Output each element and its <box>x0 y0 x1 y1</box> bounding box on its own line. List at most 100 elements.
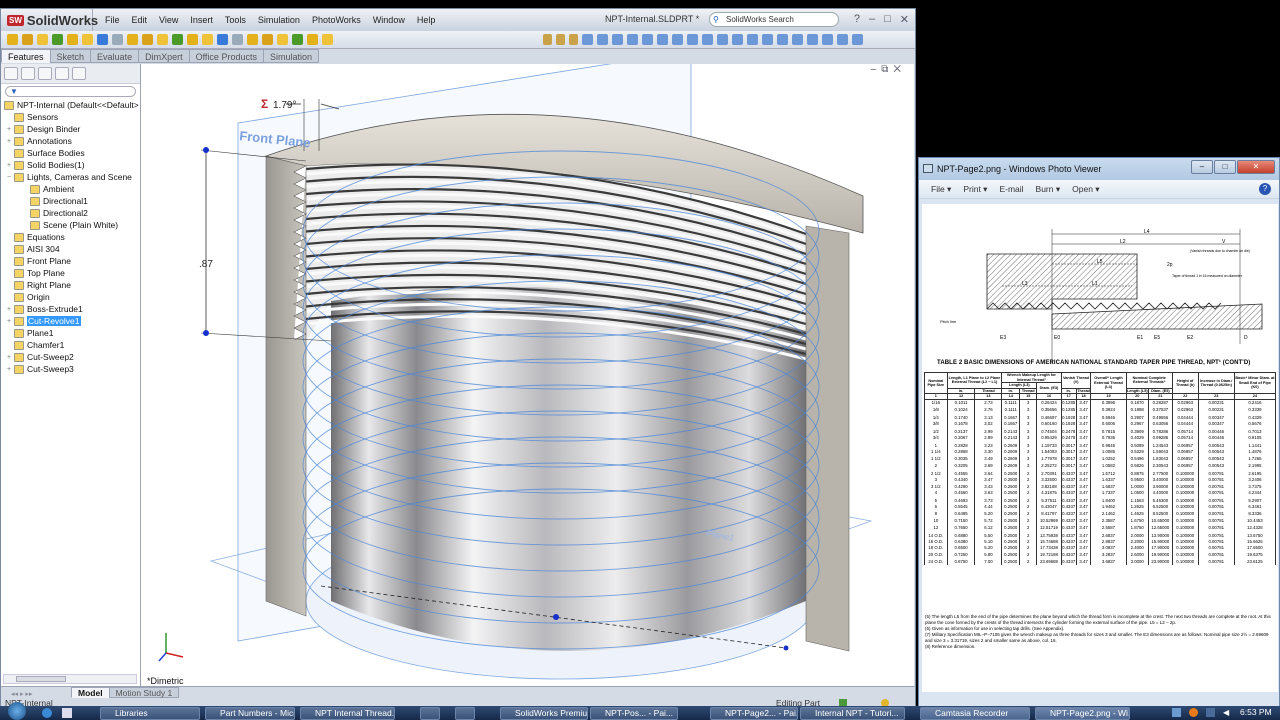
taper-angle-dimension[interactable]: 1.79° <box>273 100 296 111</box>
property-manager-tab[interactable] <box>21 67 35 80</box>
display-icon[interactable] <box>1206 708 1215 717</box>
tree-item-origin[interactable]: Origin <box>1 291 140 303</box>
expand-toggle[interactable]: − <box>5 174 13 181</box>
tree-item-directional2[interactable]: Directional2 <box>1 207 140 219</box>
tree-item-aisi-304[interactable]: AISI 304 <box>1 243 140 255</box>
configuration-manager-tab[interactable] <box>38 67 52 80</box>
menu-help[interactable]: Help <box>411 15 442 25</box>
tree-item-boss-extrude1[interactable]: + Boss-Extrude1 <box>1 303 140 315</box>
revolved-cut-icon[interactable] <box>112 34 123 45</box>
feature-manager-tab[interactable] <box>4 67 18 80</box>
scrollbar-thumb[interactable] <box>16 676 66 682</box>
taskbar-button[interactable]: NPT Internal Thread... <box>300 707 395 720</box>
front-view-icon[interactable] <box>582 34 593 45</box>
thread-length-dimension[interactable]: .87 <box>199 259 213 270</box>
taskbar-button[interactable]: Internal NPT - Tutori... <box>800 707 905 720</box>
menu-view[interactable]: View <box>153 15 184 25</box>
tree-item-cut-revolve1[interactable]: + Cut-Revolve1 <box>1 315 140 327</box>
menu-edit[interactable]: Edit <box>126 15 154 25</box>
shaded-icon[interactable] <box>792 34 803 45</box>
tree-item-sensors[interactable]: Sensors <box>1 111 140 123</box>
taskbar-button[interactable]: NPT-Page2.png - Wi... <box>1035 707 1130 720</box>
expand-toggle[interactable]: + <box>5 354 13 361</box>
curves-icon[interactable] <box>307 34 318 45</box>
ie-icon[interactable] <box>42 708 52 718</box>
tab-scroll-arrows[interactable]: ◂◂ ▸ ▸▸ <box>1 690 71 698</box>
taskbar-button[interactable]: Part Numbers - Micr... <box>205 707 295 720</box>
swept-boss-icon[interactable] <box>37 34 48 45</box>
tree-item-cut-sweep2[interactable]: + Cut-Sweep2 <box>1 351 140 363</box>
display-manager-tab[interactable] <box>72 67 86 80</box>
security-icon[interactable] <box>1189 708 1198 717</box>
expand-toggle[interactable]: + <box>5 306 13 313</box>
swept-cut-icon[interactable] <box>127 34 138 45</box>
graphics-viewport[interactable]: Σ 1.79° .87 Front Plane Plane1 *Dimetric… <box>141 64 914 686</box>
hole-wizard-icon[interactable] <box>97 34 108 45</box>
measure-icon[interactable] <box>543 34 552 45</box>
right-view-icon[interactable] <box>627 34 638 45</box>
dimxpert-manager-tab[interactable] <box>55 67 69 80</box>
maximize-button[interactable]: □ <box>1214 160 1236 174</box>
fillet-icon[interactable] <box>172 34 183 45</box>
tab-motion-study-1[interactable]: Motion Study 1 <box>108 687 180 698</box>
taskbar-button[interactable] <box>420 707 440 720</box>
wireframe-icon[interactable] <box>732 34 743 45</box>
taskbar-button[interactable]: SolidWorks Premium <box>500 707 588 720</box>
menu-insert[interactable]: Insert <box>184 15 219 25</box>
tab-features[interactable]: Features <box>1 49 51 63</box>
tree-filter-input[interactable]: ▼ <box>5 86 136 97</box>
draft-icon[interactable] <box>217 34 228 45</box>
expand-toggle[interactable]: + <box>5 366 13 373</box>
menu-email[interactable]: E-mail <box>999 184 1023 194</box>
tab-sketch[interactable]: Sketch <box>49 49 92 63</box>
bottom-view-icon[interactable] <box>657 34 668 45</box>
realview-icon[interactable] <box>822 34 833 45</box>
close-button[interactable]: ✕ <box>900 13 909 26</box>
tab-office-products[interactable]: Office Products <box>188 49 264 63</box>
linear-pattern-icon[interactable] <box>187 34 198 45</box>
tree-item-design-binder[interactable]: + Design Binder <box>1 123 140 135</box>
tree-item-lights-cameras-and-scene[interactable]: − Lights, Cameras and Scene <box>1 171 140 183</box>
tab-simulation[interactable]: Simulation <box>262 49 319 63</box>
menu-tools[interactable]: Tools <box>219 15 252 25</box>
freeform-icon[interactable] <box>277 34 288 45</box>
lofted-boss-icon[interactable] <box>52 34 63 45</box>
maximize-button[interactable]: □ <box>884 13 891 26</box>
left-view-icon[interactable] <box>612 34 623 45</box>
network-icon[interactable] <box>1172 708 1181 717</box>
top-view-icon[interactable] <box>642 34 653 45</box>
search-input[interactable]: ⚲ SolidWorks Search <box>709 12 839 27</box>
boundary-boss-icon[interactable] <box>67 34 78 45</box>
tree-item-top-plane[interactable]: Top Plane <box>1 267 140 279</box>
tree-item-annotations[interactable]: + Annotations <box>1 135 140 147</box>
rib-icon[interactable] <box>202 34 213 45</box>
boundary-cut-icon[interactable] <box>157 34 168 45</box>
tree-item-right-plane[interactable]: Right Plane <box>1 279 140 291</box>
tab-evaluate[interactable]: Evaluate <box>90 49 140 63</box>
taskbar-button[interactable]: Libraries <box>100 707 200 720</box>
start-button[interactable] <box>8 702 26 720</box>
reference-geometry-icon[interactable] <box>292 34 303 45</box>
revolved-boss-icon[interactable] <box>22 34 33 45</box>
spell-check-icon[interactable] <box>852 34 863 45</box>
tree-item-ambient[interactable]: Ambient <box>1 183 140 195</box>
taskbar-button[interactable]: NPT-Page2... - Pai... <box>710 707 798 720</box>
isometric-icon[interactable] <box>672 34 683 45</box>
extruded-cut-icon[interactable] <box>82 34 93 45</box>
back-view-icon[interactable] <box>597 34 608 45</box>
taskbar-button[interactable] <box>455 707 475 720</box>
explorer-icon[interactable] <box>62 708 72 718</box>
dimetric-icon[interactable] <box>702 34 713 45</box>
expand-toggle[interactable]: + <box>5 318 13 325</box>
menu-window[interactable]: Window <box>367 15 411 25</box>
shadows-icon[interactable] <box>807 34 818 45</box>
solidworks-logo[interactable]: SW SolidWorks <box>1 9 98 31</box>
dimension-handle[interactable] <box>203 147 209 153</box>
clock[interactable]: 6:53 PM <box>1240 707 1272 717</box>
dome-icon[interactable] <box>262 34 273 45</box>
expand-toggle[interactable]: + <box>5 126 13 133</box>
hidden-lines-visible-icon[interactable] <box>747 34 758 45</box>
tab-model[interactable]: Model <box>71 687 110 698</box>
menu-simulation[interactable]: Simulation <box>252 15 306 25</box>
tree-item-cut-sweep3[interactable]: + Cut-Sweep3 <box>1 363 140 375</box>
